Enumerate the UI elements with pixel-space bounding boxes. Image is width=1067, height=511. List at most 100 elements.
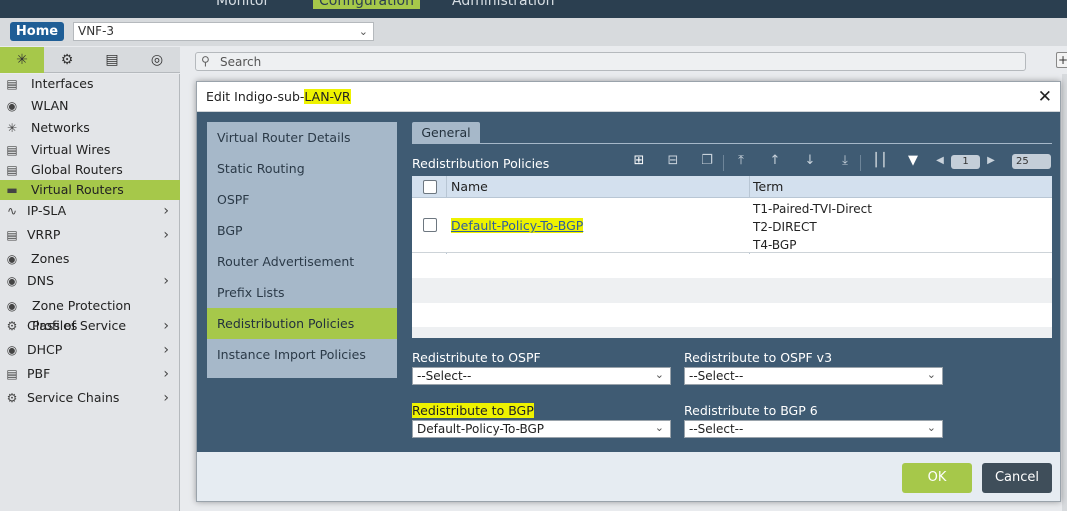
page-size-select[interactable]: 25 [1012,154,1051,169]
column-header-name[interactable]: Name [451,176,488,198]
move-bottom-icon[interactable]: ⤓ [837,153,853,168]
virtual-wires-icon: ▤ [6,143,18,157]
dhcp-icon: ◉ [6,343,18,357]
dialog-title-prefix: Edit Indigo-sub- [206,89,305,104]
select-value: Default-Policy-To-BGP [417,422,545,436]
redistribution-policies-table: Name Term Default-Policy-To-BGP T1-Paire… [412,176,1052,338]
table-row[interactable]: Default-Policy-To-BGP T1-Paired-TVI-Dire… [412,198,1052,253]
search-input[interactable]: ⚲ Search [195,52,1026,71]
redistribute-bgp6-select[interactable]: --Select-- ⌄ [684,420,943,438]
nav-bgp[interactable]: BGP [207,215,397,246]
add-row-icon[interactable]: ⊞ [631,153,647,168]
empty-row [412,278,1052,303]
ok-button[interactable]: OK [902,463,972,493]
cancel-button[interactable]: Cancel [982,463,1052,493]
move-up-icon[interactable]: ↑ [767,153,783,168]
appliance-select[interactable]: VNF-3 ⌄ [73,22,374,41]
pbf-icon: ▤ [6,367,18,381]
select-all-checkbox[interactable] [423,180,437,194]
nav-prefix-lists[interactable]: Prefix Lists [207,277,397,308]
appliance-select-value: VNF-3 [78,24,115,38]
dialog-title: Edit Indigo-sub-LAN-VR [206,89,351,104]
select-value: --Select-- [689,369,744,383]
nav-router-advertisement[interactable]: Router Advertisement [207,246,397,277]
sidebar-item-zone-protection-profiles[interactable]: ◉ Zone Protection Profiles [0,296,180,333]
tab-general[interactable]: General [412,122,480,143]
sidebar-item-global-routers[interactable]: ▤ Global Routers [0,160,180,180]
nav-virtual-router-details[interactable]: Virtual Router Details [207,122,397,153]
remove-row-icon[interactable]: ⊟ [665,153,681,168]
sidebar-item-interfaces[interactable]: ▤ Interfaces [0,74,180,94]
chevron-right-icon: › [163,203,169,219]
sidebar-item-dns[interactable]: ◉ DNS › [0,271,180,291]
objects-tab-icon[interactable]: ▤ [90,47,134,73]
sidebar-item-networks[interactable]: ✳ Networks [0,118,180,138]
column-header-term[interactable]: Term [753,176,783,198]
chevron-right-icon: › [163,227,169,243]
nav-administration[interactable]: Administration [452,0,554,9]
sidebar-item-zones[interactable]: ◉ Zones [0,249,180,269]
dialog-body: Virtual Router Details Static Routing OS… [197,112,1060,452]
close-icon[interactable]: ✕ [1038,87,1052,107]
chevron-right-icon: › [163,318,169,334]
policy-name-link[interactable]: Default-Policy-To-BGP [451,218,584,233]
home-button[interactable]: Home [10,22,64,41]
filter-icon[interactable]: ▼ [905,153,921,168]
search-placeholder: Search [220,55,262,69]
prev-page-icon[interactable]: ◀ [935,155,945,166]
tab-underline [412,143,1052,144]
nav-redistribution-policies[interactable]: Redistribution Policies [207,308,397,339]
term-item: T4-BGP [753,238,797,252]
redistribute-ospfv3-select[interactable]: --Select-- ⌄ [684,367,943,385]
nav-static-routing[interactable]: Static Routing [207,153,397,184]
right-panel-edge [1062,74,1067,511]
nav-configuration[interactable]: Configuration [313,0,420,9]
dns-icon: ◉ [6,274,18,288]
global-routers-icon: ▤ [6,163,18,177]
section-title: Redistribution Policies [412,156,550,171]
sidebar-item-ip-sla[interactable]: ∿ IP-SLA › [0,201,180,221]
sidebar-item-dhcp[interactable]: ◉ DHCP › [0,340,180,360]
sidebar-item-virtual-wires[interactable]: ▤ Virtual Wires [0,140,180,160]
chevron-right-icon: › [163,273,169,289]
sidebar-item-label: Virtual Wires [31,142,111,157]
wlan-icon: ◉ [6,99,18,113]
sidebar-item-label: DNS [27,273,54,288]
networking-tab-icon[interactable]: ✳ [0,47,44,73]
chevron-right-icon: › [163,342,169,358]
select-value: --Select-- [689,422,744,436]
sidebar-item-label: Service Chains [27,390,120,405]
redistribute-bgp-label: Redistribute to BGP [412,403,534,418]
nav-instance-import-policies[interactable]: Instance Import Policies [207,339,397,370]
redistribute-ospf-label: Redistribute to OSPF [412,350,541,365]
globe-settings-tab-icon[interactable]: ◎ [135,47,179,73]
ip-sla-icon: ∿ [6,204,18,218]
next-page-icon[interactable]: ▶ [986,155,996,166]
settings-tab-icon[interactable]: ⚙ [45,47,89,73]
nav-monitor[interactable]: Monitor [216,0,269,9]
redistribute-bgp-select[interactable]: Default-Policy-To-BGP ⌄ [412,420,671,438]
row-checkbox[interactable] [423,218,437,232]
sidebar-item-label: Virtual Routers [31,182,124,197]
chevron-down-icon: ⌄ [654,421,664,434]
sidebar-item-virtual-routers[interactable]: ▬ Virtual Routers [0,180,180,200]
dialog-title-highlight: LAN-VR [304,89,351,104]
home-bar: Home VNF-3 ⌄ [0,18,1067,46]
nav-ospf[interactable]: OSPF [207,184,397,215]
move-down-icon[interactable]: ↓ [802,153,818,168]
add-icon[interactable]: + [1056,52,1067,68]
sidebar-item-wlan[interactable]: ◉ WLAN [0,96,180,116]
sidebar-item-vrrp[interactable]: ▤ VRRP › [0,225,180,245]
move-top-icon[interactable]: ⤒ [733,153,749,168]
empty-row [412,254,1052,278]
sidebar-item-service-chains[interactable]: ⚙ Service Chains › [0,388,180,408]
page-number-input[interactable]: 1 [951,155,980,169]
chevron-down-icon: ⌄ [358,25,368,38]
redistribute-ospf-select[interactable]: --Select-- ⌄ [412,367,671,385]
clone-icon[interactable]: ❐ [699,153,715,168]
sidebar-item-pbf[interactable]: ▤ PBF › [0,364,180,384]
columns-icon[interactable]: ││ [872,153,888,168]
interfaces-icon: ▤ [6,77,18,91]
chevron-down-icon: ⌄ [926,421,936,434]
sidebar-item-class-of-service[interactable]: ⚙ Class of Service › [0,316,180,336]
